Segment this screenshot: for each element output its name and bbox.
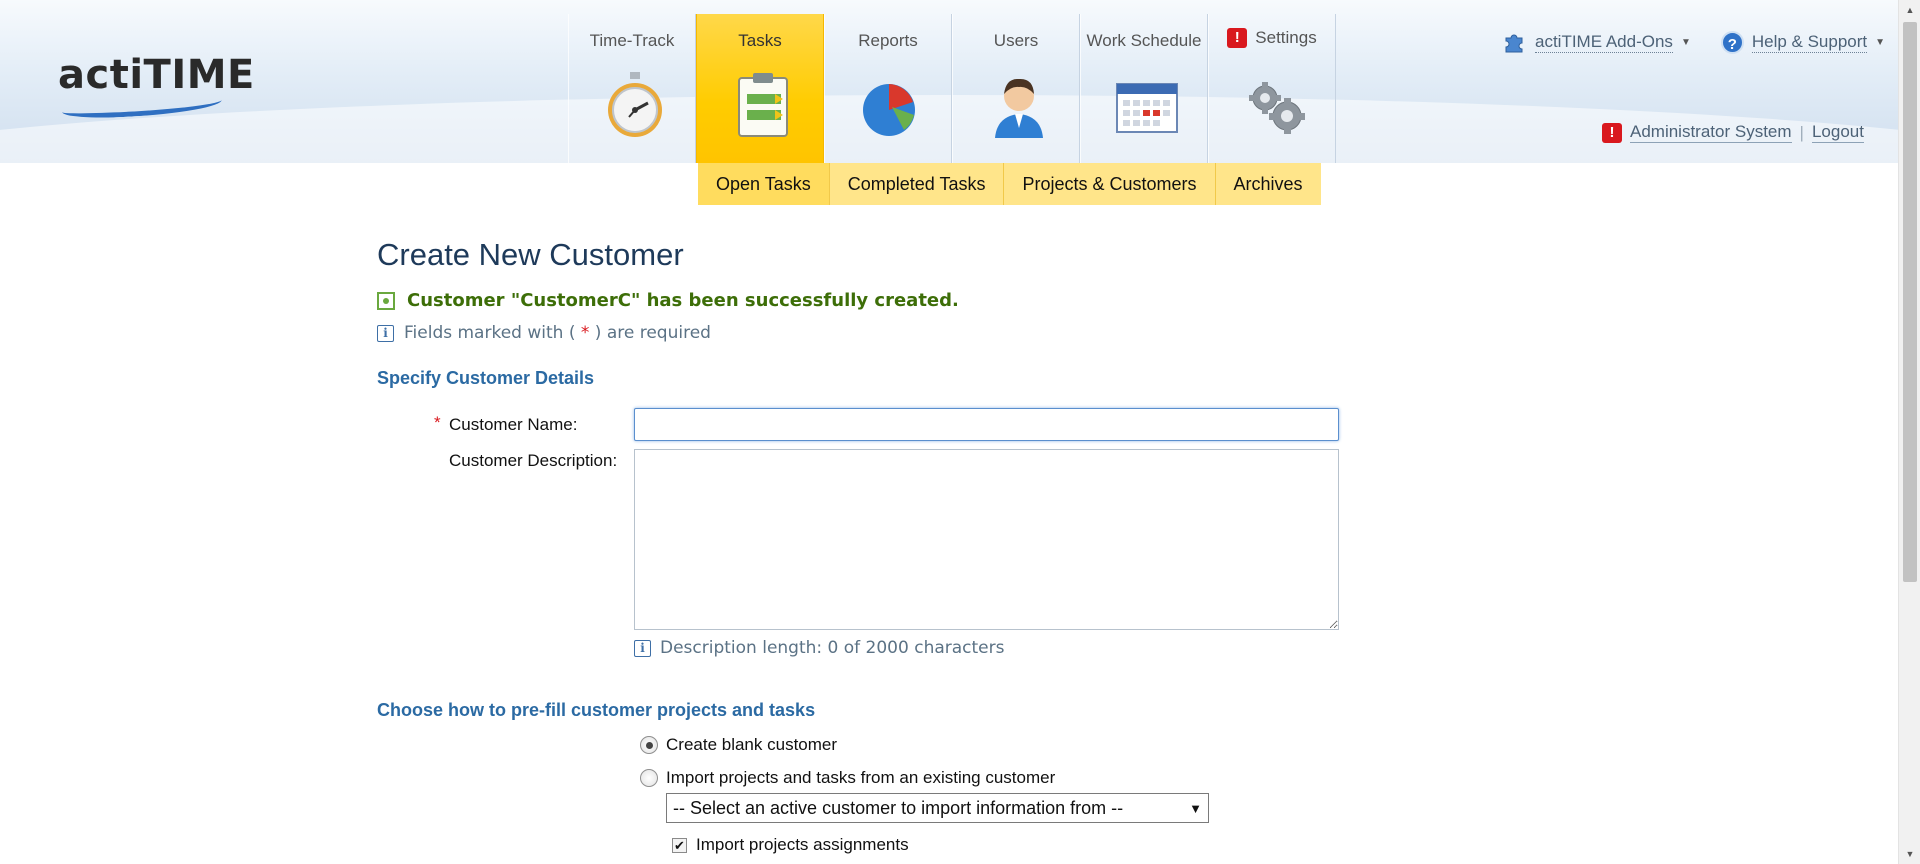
prefill-section-title: Choose how to pre-fill customer projects… [377,700,816,720]
scroll-down-arrow-icon[interactable]: ▼ [1899,844,1920,864]
chevron-down-icon: ▼ [1680,36,1691,48]
addons-link[interactable]: actiTIME Add-Ons ▼ [1503,30,1691,54]
success-message: Customer "CustomerC" has been successful… [377,290,959,311]
create-blank-label: Create blank customer [666,735,838,754]
subnav-projects-customers[interactable]: Projects & Customers [1004,163,1216,205]
pie-chart-icon [863,84,915,136]
tab-reports-label: Reports [858,31,918,50]
success-icon [377,291,395,310]
user-alert-icon: ! [1602,122,1622,143]
customer-name-label: Customer Name: [449,415,578,434]
help-support-label: Help & Support [1751,31,1868,53]
create-blank-radio[interactable] [640,736,658,754]
gears-icon [1249,82,1305,134]
user-icon [995,78,1043,138]
tab-reports[interactable]: Reports [824,14,952,163]
top-links: actiTIME Add-Ons ▼ ? Help & Support ▼ [1503,30,1885,54]
dropdown-arrow-icon: ▼ [1189,800,1202,816]
customer-description-label: Customer Description: [449,451,618,470]
tasks-subnav: Open Tasks Completed Tasks Projects & Cu… [698,163,1321,205]
info-icon: i [634,639,651,657]
tab-tasks-label: Tasks [738,31,782,50]
import-assignments-label: Import projects assignments [696,835,909,854]
import-customer-select[interactable]: -- Select an active customer to import i… [666,793,1209,823]
app-header: actiTIME Time-Track Tasks Reports Users … [0,0,1898,163]
tab-users[interactable]: Users [952,14,1080,163]
import-radio[interactable] [640,769,658,787]
settings-alert-icon: ! [1227,28,1248,48]
import-label: Import projects and tasks from an existi… [666,768,1056,787]
subnav-completed-tasks[interactable]: Completed Tasks [829,163,1005,205]
tab-work-schedule-label: Work Schedule [1086,31,1202,50]
info-icon: i [377,324,394,342]
scroll-up-arrow-icon[interactable]: ▲ [1899,0,1920,20]
tab-time-track-label: Time-Track [589,31,675,50]
required-star: * [434,413,441,432]
tab-settings[interactable]: ! Settings [1208,14,1336,163]
description-length-text: Description length: 0 of 2000 characters [660,638,1005,658]
help-icon: ? [1720,30,1744,54]
page-title: Create New Customer [377,237,684,272]
clipboard-icon [738,73,788,137]
user-profile-link[interactable]: Administrator System [1630,122,1792,143]
required-note-text: Fields marked with ( * ) are required [404,323,711,343]
subnav-open-tasks[interactable]: Open Tasks [698,163,830,205]
tab-work-schedule[interactable]: Work Schedule [1080,14,1208,163]
tab-settings-label: Settings [1255,28,1317,47]
import-assignments-checkbox[interactable]: ✔ [672,837,687,853]
tab-users-label: Users [993,31,1039,50]
tab-tasks[interactable]: Tasks [696,14,824,163]
help-support-link[interactable]: ? Help & Support ▼ [1720,30,1886,54]
scrollbar-thumb[interactable] [1903,22,1917,582]
customer-description-textarea[interactable] [634,449,1339,630]
details-section-title: Specify Customer Details [377,368,595,388]
subnav-archives[interactable]: Archives [1215,163,1321,205]
import-customer-select-value: -- Select an active customer to import i… [673,797,1124,818]
logout-link[interactable]: Logout [1811,122,1864,143]
main-nav: Time-Track Tasks Reports Users Work Sche… [568,14,1336,163]
user-area: ! Administrator System | Logout [1602,122,1864,143]
separator: | [1799,122,1804,142]
customer-name-input[interactable] [634,408,1339,441]
calendar-icon [1116,83,1178,133]
import-assignments-option[interactable]: ✔ Import projects assignments [672,835,909,855]
create-blank-option[interactable]: Create blank customer [640,735,837,755]
required-note: i Fields marked with ( * ) are required [377,323,711,343]
chevron-down-icon: ▼ [1875,36,1886,48]
stopwatch-icon [608,72,662,137]
tab-time-track[interactable]: Time-Track [568,14,696,163]
vertical-scrollbar[interactable]: ▲ ▼ [1898,0,1920,864]
puzzle-icon [1505,34,1523,53]
import-option[interactable]: Import projects and tasks from an existi… [640,768,1055,788]
description-length-info: i Description length: 0 of 2000 characte… [634,638,1004,658]
success-message-text: Customer "CustomerC" has been successful… [407,290,959,311]
addons-link-label: actiTIME Add-Ons [1535,31,1673,53]
actitime-logo[interactable]: actiTIME [58,52,255,98]
